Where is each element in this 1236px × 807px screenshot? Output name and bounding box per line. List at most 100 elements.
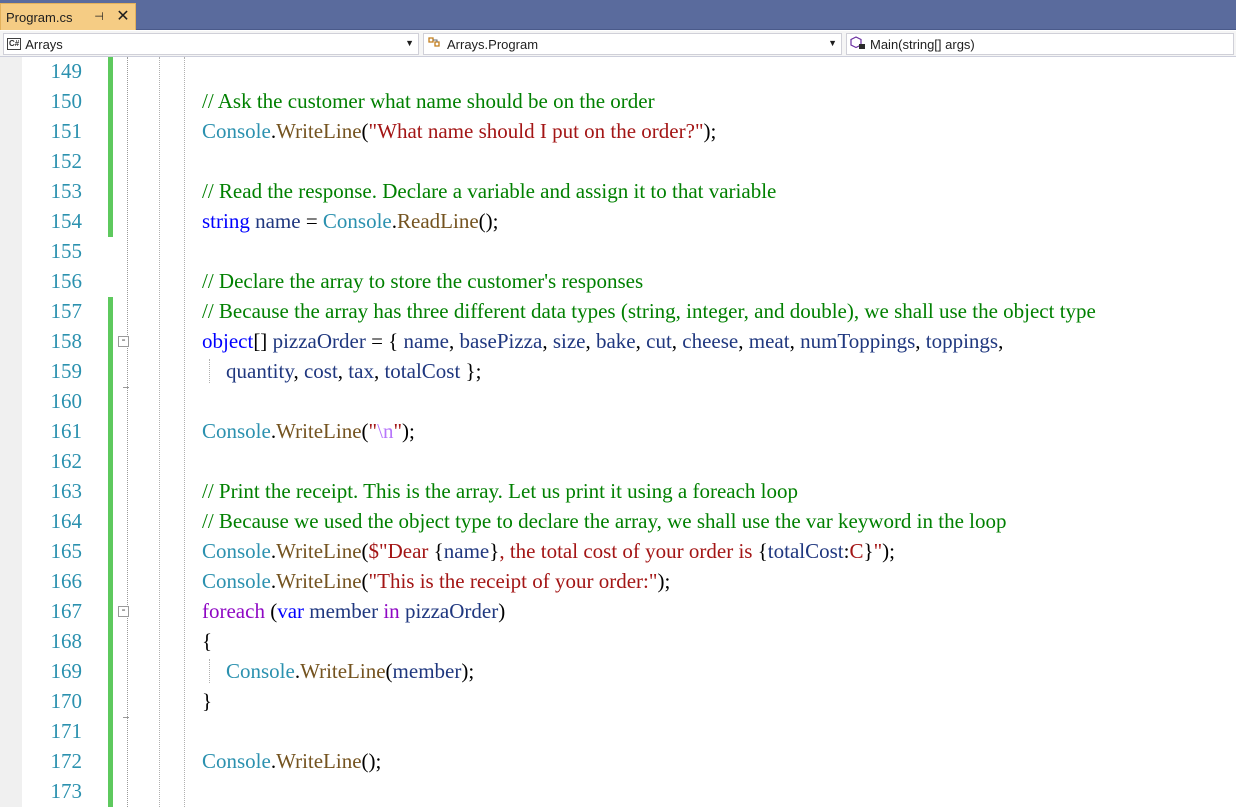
code-line[interactable]: 172 Console.WriteLine(); bbox=[0, 746, 1236, 776]
line-number: 153 bbox=[50, 179, 83, 203]
code-text: // Because the array has three different… bbox=[202, 296, 1096, 326]
code-text: Console.WriteLine("\n"); bbox=[202, 416, 415, 446]
member-dropdown-label: Main(string[] args) bbox=[870, 36, 975, 52]
code-token: Console bbox=[202, 119, 271, 143]
code-line[interactable]: 165 Console.WriteLine($"Dear {name}, the … bbox=[0, 536, 1236, 566]
code-token: { bbox=[202, 629, 213, 653]
code-line[interactable]: 157 // Because the array has three differ… bbox=[0, 296, 1236, 326]
code-token: Console bbox=[322, 209, 392, 233]
code-line[interactable]: 156 // Declare the array to store the cus… bbox=[0, 266, 1236, 296]
code-text: Console.WriteLine("This is the receipt o… bbox=[202, 566, 670, 596]
type-dropdown-label: Arrays.Program bbox=[447, 36, 539, 52]
line-number: 152 bbox=[50, 149, 83, 173]
code-line[interactable]: 173 bbox=[0, 776, 1236, 806]
code-line[interactable]: 168 { bbox=[0, 626, 1236, 656]
code-token: , bbox=[293, 359, 304, 383]
code-line[interactable]: 154 string name = Console.ReadLine(); bbox=[0, 206, 1236, 236]
code-token: , bbox=[585, 329, 596, 353]
project-dropdown-label: Arrays bbox=[25, 36, 63, 52]
code-token: member bbox=[392, 659, 462, 683]
line-number: 170 bbox=[50, 689, 83, 713]
code-line[interactable]: 164 // Because we used the object type to… bbox=[0, 506, 1236, 536]
code-token: quantity bbox=[226, 359, 294, 383]
tab-title: Program.cs bbox=[6, 9, 73, 25]
code-token: numToppings bbox=[800, 329, 916, 353]
code-text: quantity, cost, tax, totalCost }; bbox=[226, 356, 481, 386]
type-dropdown[interactable]: Arrays.Program ▼ bbox=[423, 33, 842, 55]
line-number: 172 bbox=[50, 749, 83, 773]
code-token: ); bbox=[657, 569, 671, 593]
code-line[interactable]: 153 // Read the response. Declare a varia… bbox=[0, 176, 1236, 206]
code-token: // Print the receipt. This is the array.… bbox=[202, 479, 799, 503]
code-token: var bbox=[277, 599, 305, 623]
code-line[interactable]: 149 bbox=[0, 57, 1236, 86]
line-number: 173 bbox=[50, 779, 83, 803]
code-token: name bbox=[443, 539, 490, 563]
code-token: , bbox=[915, 329, 926, 353]
code-editor[interactable]: - - 149 150// Ask the customer what name … bbox=[0, 57, 1236, 807]
code-token: meat bbox=[748, 329, 790, 353]
code-token: in bbox=[383, 599, 400, 623]
code-line[interactable]: 158 object[] pizzaOrder = { name, basePiz… bbox=[0, 326, 1236, 356]
code-line[interactable]: 171 bbox=[0, 716, 1236, 746]
code-line[interactable]: 159 quantity, cost, tax, totalCost }; bbox=[0, 356, 1236, 386]
tab-program-cs[interactable]: Program.cs ⊣ ✕ bbox=[0, 3, 136, 30]
code-token: , bbox=[998, 329, 1004, 353]
code-token: , bbox=[449, 329, 460, 353]
code-token: , bbox=[635, 329, 647, 353]
code-line[interactable]: 170} bbox=[0, 686, 1236, 716]
code-token: ( bbox=[361, 569, 369, 593]
line-number: 168 bbox=[50, 629, 83, 653]
code-token: cheese bbox=[682, 329, 739, 353]
code-token: ); bbox=[402, 419, 415, 443]
code-token: , bbox=[738, 329, 749, 353]
code-token: foreach bbox=[202, 599, 265, 623]
code-text: // Declare the array to store the custom… bbox=[202, 266, 643, 296]
code-token: // Because the array has three different… bbox=[202, 299, 1096, 323]
code-line[interactable]: 155 bbox=[0, 236, 1236, 266]
code-token: } bbox=[863, 539, 874, 563]
code-token: // Because we used the object type to de… bbox=[202, 509, 1007, 533]
code-line[interactable]: 169 Console.WriteLine(member); bbox=[0, 656, 1236, 686]
pin-icon[interactable]: ⊣ bbox=[92, 9, 106, 25]
code-token: } bbox=[489, 539, 500, 563]
code-line[interactable]: 166 Console.WriteLine("This is the receip… bbox=[0, 566, 1236, 596]
chevron-down-icon: ▼ bbox=[405, 38, 414, 48]
code-token: , bbox=[789, 329, 801, 353]
code-token: WriteLine bbox=[276, 749, 362, 773]
code-token: , the total cost of your order is bbox=[499, 539, 758, 563]
line-number: 157 bbox=[50, 299, 83, 323]
code-line[interactable]: 160 bbox=[0, 386, 1236, 416]
code-token: totalCost bbox=[767, 539, 844, 563]
project-dropdown[interactable]: C# Arrays ▼ bbox=[3, 33, 419, 55]
close-icon[interactable]: ✕ bbox=[114, 8, 132, 26]
code-token: WriteLine bbox=[300, 659, 386, 683]
code-line[interactable]: 162 bbox=[0, 446, 1236, 476]
code-token: [] bbox=[253, 329, 273, 353]
code-text: // Ask the customer what name should be … bbox=[202, 86, 655, 116]
code-text: // Print the receipt. This is the array.… bbox=[202, 476, 798, 506]
code-token: // Ask the customer what name should be … bbox=[202, 89, 655, 113]
class-icon bbox=[427, 36, 443, 53]
code-line[interactable]: 161 Console.WriteLine("\n"); bbox=[0, 416, 1236, 446]
code-token: ( bbox=[264, 599, 278, 623]
code-line[interactable]: 151 Console.WriteLine("What name should I… bbox=[0, 116, 1236, 146]
code-token: (); bbox=[361, 749, 382, 773]
line-number: 163 bbox=[50, 479, 83, 503]
line-number: 156 bbox=[50, 269, 83, 293]
code-line[interactable]: 152 bbox=[0, 146, 1236, 176]
member-dropdown[interactable]: Main(string[] args) bbox=[846, 33, 1234, 55]
line-number: 159 bbox=[50, 359, 83, 383]
chevron-down-icon: ▼ bbox=[828, 38, 837, 48]
code-token: tax bbox=[348, 359, 374, 383]
code-line[interactable]: 167 foreach (var member in pizzaOrder) bbox=[0, 596, 1236, 626]
code-token: " bbox=[873, 539, 883, 563]
code-text: } bbox=[202, 686, 212, 716]
code-token: cost bbox=[303, 359, 338, 383]
code-token: WriteLine bbox=[276, 119, 362, 143]
code-line[interactable]: 163 // Print the receipt. This is the arr… bbox=[0, 476, 1236, 506]
code-line[interactable]: 150 // Ask the customer what name should … bbox=[0, 86, 1236, 116]
code-token: pizzaOrder bbox=[404, 599, 499, 623]
code-token: name bbox=[403, 329, 450, 353]
code-token: , bbox=[542, 329, 553, 353]
